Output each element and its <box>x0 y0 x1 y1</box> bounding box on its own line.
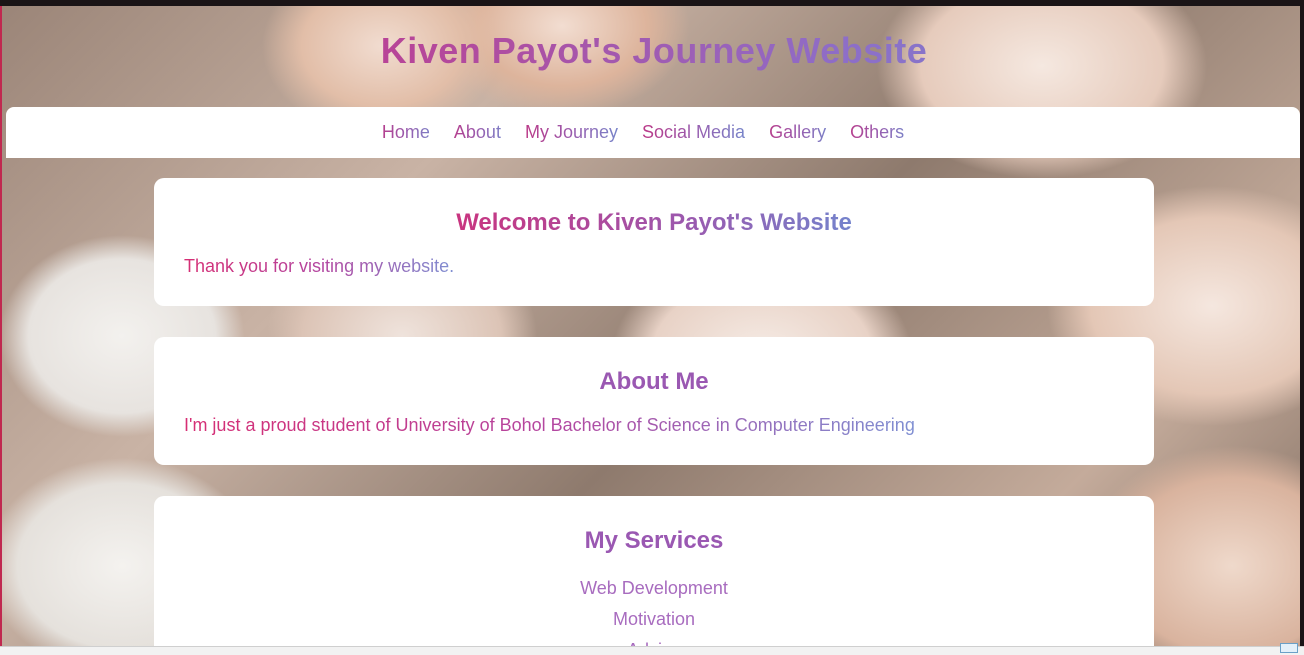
services-card: My Services Web Development Motivation A… <box>154 496 1154 646</box>
nav-item-gallery[interactable]: Gallery <box>757 122 838 143</box>
welcome-text-content: Thank you for visiting my website. <box>184 256 455 276</box>
service-item-advice: Advice <box>154 635 1154 646</box>
about-heading-text: About Me <box>599 368 709 395</box>
welcome-card: Welcome to Kiven Payot's Website Thank y… <box>154 178 1154 306</box>
welcome-heading-text: Welcome to Kiven Payot's Website <box>456 209 852 236</box>
nav-list: Home About My Journey Social Media Galle… <box>370 122 916 143</box>
welcome-text: Thank you for visiting my website. <box>184 256 454 277</box>
navigation-bar: Home About My Journey Social Media Galle… <box>6 107 1300 158</box>
about-card: About Me I'm just a proud student of Uni… <box>154 337 1154 465</box>
nav-item-my-journey[interactable]: My Journey <box>513 122 630 143</box>
nav-item-others[interactable]: Others <box>838 122 916 143</box>
site-title: Kiven Payot's Journey Website <box>2 30 1300 72</box>
page-viewport[interactable]: Kiven Payot's Journey Website Home About… <box>0 6 1300 646</box>
services-heading: My Services <box>154 527 1154 555</box>
about-text: I'm just a proud student of University o… <box>184 415 915 436</box>
nav-item-social-media[interactable]: Social Media <box>630 122 757 143</box>
nav-item-home[interactable]: Home <box>370 122 442 143</box>
about-heading: About Me <box>154 368 1154 396</box>
service-item-web-development: Web Development <box>580 578 728 598</box>
services-list: Web Development Motivation Advice <box>154 573 1154 646</box>
nav-item-about[interactable]: About <box>442 122 513 143</box>
about-text-content: I'm just a proud student of University o… <box>184 415 915 435</box>
services-heading-text: My Services <box>584 527 724 554</box>
window-resize-icon[interactable] <box>1280 643 1298 653</box>
welcome-heading: Welcome to Kiven Payot's Website <box>154 209 1154 237</box>
service-item-motivation: Motivation <box>612 609 696 629</box>
